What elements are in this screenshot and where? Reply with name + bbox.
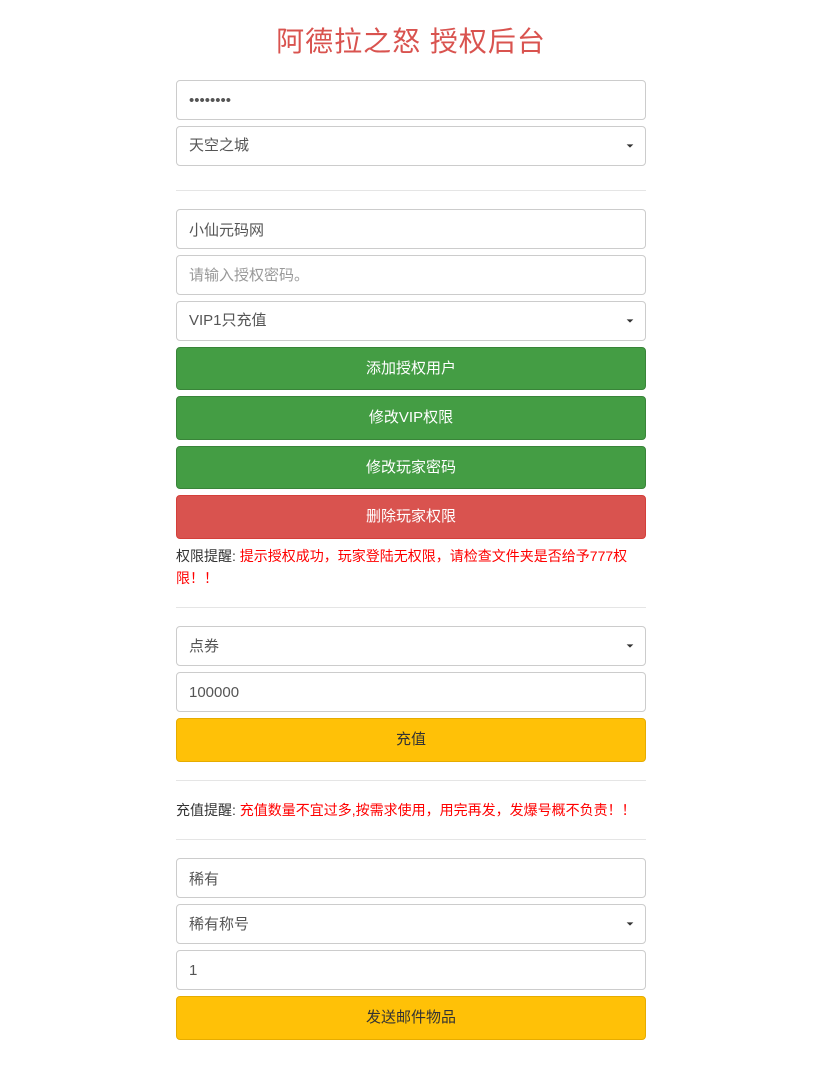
- server-select[interactable]: 天空之城: [176, 126, 646, 166]
- recharge-section: 点券 充值: [176, 626, 646, 780]
- permission-notice-text: 提示授权成功，玩家登陆无权限，请检查文件夹是否给予777权限！！: [176, 548, 627, 586]
- delete-player-permission-button[interactable]: 删除玩家权限: [176, 495, 646, 538]
- auth-password-input[interactable]: [176, 255, 646, 295]
- recharge-notice-label: 充值提醒:: [176, 802, 240, 818]
- currency-type-select[interactable]: 点券: [176, 626, 646, 666]
- login-section: 天空之城: [176, 80, 646, 191]
- page-title: 阿德拉之怒 授权后台: [176, 20, 646, 60]
- recharge-notice-section: 充值提醒: 充值数量不宜过多,按需求使用，用完再发，发爆号概不负责！！: [176, 799, 646, 840]
- main-container: 阿德拉之怒 授权后台 天空之城 VIP1只充值 添加授权用户 修改VIP权限 修…: [176, 20, 646, 1058]
- recharge-button[interactable]: 充值: [176, 718, 646, 761]
- permission-notice: 权限提醒: 提示授权成功，玩家登陆无权限，请检查文件夹是否给予777权限！！: [176, 545, 646, 590]
- username-input[interactable]: [176, 209, 646, 249]
- modify-player-password-button[interactable]: 修改玩家密码: [176, 446, 646, 489]
- permission-notice-label: 权限提醒:: [176, 548, 240, 564]
- quantity-input[interactable]: [176, 950, 646, 990]
- add-auth-user-button[interactable]: 添加授权用户: [176, 347, 646, 390]
- recharge-amount-input[interactable]: [176, 672, 646, 712]
- auth-section: VIP1只充值 添加授权用户 修改VIP权限 修改玩家密码 删除玩家权限 权限提…: [176, 209, 646, 608]
- mail-section: 稀有称号 发送邮件物品: [176, 858, 646, 1057]
- send-mail-item-button[interactable]: 发送邮件物品: [176, 996, 646, 1039]
- modify-vip-button[interactable]: 修改VIP权限: [176, 396, 646, 439]
- recharge-notice: 充值提醒: 充值数量不宜过多,按需求使用，用完再发，发爆号概不负责！！: [176, 799, 646, 821]
- admin-password-input[interactable]: [176, 80, 646, 120]
- recharge-notice-text: 充值数量不宜过多,按需求使用，用完再发，发爆号概不负责！！: [240, 802, 636, 818]
- vip-level-select[interactable]: VIP1只充值: [176, 301, 646, 341]
- rarity-input[interactable]: [176, 858, 646, 898]
- title-select[interactable]: 稀有称号: [176, 904, 646, 944]
